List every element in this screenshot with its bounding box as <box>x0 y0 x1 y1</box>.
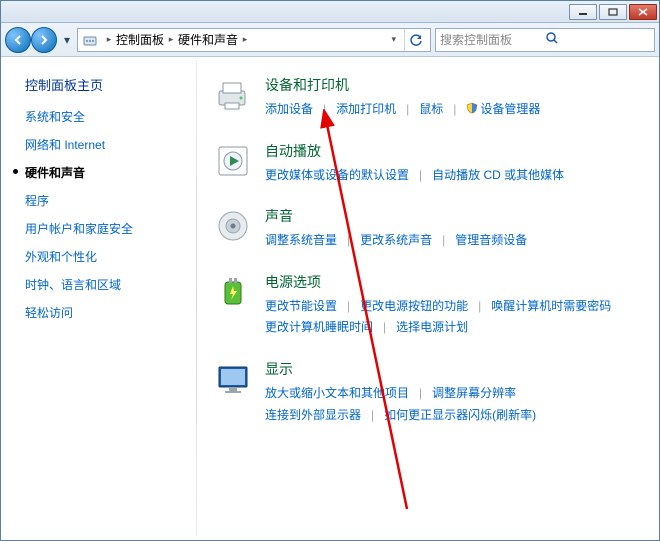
body: 控制面板主页 系统和安全网络和 Internet 硬件和声音程序用户帐户和家庭安全… <box>1 57 659 540</box>
task-link[interactable]: 唤醒计算机时需要密码 <box>491 296 611 318</box>
separator: | <box>323 99 326 121</box>
address-box[interactable]: ▸ 控制面板 ▸ 硬件和声音 ▸ ▾ <box>77 28 431 52</box>
category-section: 电源选项更改节能设置|更改电源按钮的功能|唤醒计算机时需要密码更改计算机睡眠时间… <box>213 272 645 339</box>
separator: | <box>347 230 350 252</box>
task-link[interactable]: 调整系统音量 <box>265 230 337 252</box>
breadcrumb-root[interactable]: 控制面板 <box>116 31 164 48</box>
sidebar-list: 系统和安全网络和 Internet 硬件和声音程序用户帐户和家庭安全外观和个性化时… <box>25 108 196 321</box>
display-icon[interactable] <box>213 359 253 399</box>
task-link[interactable]: 更改计算机睡眠时间 <box>265 317 373 339</box>
task-link[interactable]: 放大或缩小文本和其他项目 <box>265 383 409 405</box>
links-row: 放大或缩小文本和其他项目 | 调整屏幕分辨率 <box>265 383 645 405</box>
separator: | <box>371 405 374 427</box>
back-button[interactable] <box>5 27 31 53</box>
search-box[interactable]: 搜索控制面板 <box>435 28 655 52</box>
sidebar-item[interactable]: 程序 <box>25 192 196 209</box>
links-row: 添加设备 | 添加打印机 | 鼠标 | 设备管理器 <box>265 99 645 121</box>
task-link[interactable]: 鼠标 <box>419 99 443 121</box>
autoplay-icon[interactable] <box>213 141 253 181</box>
maximize-button[interactable] <box>599 4 627 20</box>
category-section: 显示放大或缩小文本和其他项目|调整屏幕分辨率连接到外部显示器|如何更正显示器闪烁… <box>213 359 645 426</box>
separator: | <box>419 383 422 405</box>
breadcrumb: ▸ 控制面板 ▸ 硬件和声音 ▸ <box>104 31 250 48</box>
task-link[interactable]: 更改节能设置 <box>265 296 337 318</box>
power-icon[interactable] <box>213 272 253 312</box>
chevron-right-icon[interactable]: ▸ <box>104 34 114 45</box>
chevron-right-icon[interactable]: ▸ <box>240 34 250 45</box>
task-link[interactable]: 选择电源计划 <box>396 317 468 339</box>
task-link[interactable]: 更改系统声音 <box>360 230 432 252</box>
category-section: 设备和打印机添加设备 | 添加打印机 | 鼠标 | 设备管理器 <box>213 75 645 121</box>
chevron-right-icon[interactable]: ▸ <box>166 34 176 45</box>
links-row: 更改节能设置 | 更改电源按钮的功能 | 唤醒计算机时需要密码 <box>265 296 645 318</box>
links-row: 调整系统音量 | 更改系统声音 | 管理音频设备 <box>265 230 645 252</box>
task-link[interactable]: 连接到外部显示器 <box>265 405 361 427</box>
sidebar-item[interactable]: 硬件和声音 <box>25 164 196 181</box>
separator: | <box>406 99 409 121</box>
category-section: 声音调整系统音量 | 更改系统声音 | 管理音频设备 <box>213 206 645 252</box>
search-icon[interactable] <box>545 31 650 48</box>
section-body: 声音调整系统音量 | 更改系统声音 | 管理音频设备 <box>265 206 645 252</box>
breadcrumb-current[interactable]: 硬件和声音 <box>178 31 238 48</box>
task-link[interactable]: 更改电源按钮的功能 <box>360 296 468 318</box>
sidebar-item[interactable]: 网络和 Internet <box>25 136 196 153</box>
search-placeholder: 搜索控制面板 <box>440 31 545 48</box>
separator: | <box>453 99 456 121</box>
links-row: 连接到外部显示器 | 如何更正显示器闪烁(刷新率) <box>265 405 645 427</box>
section-title[interactable]: 显示 <box>265 359 645 379</box>
sidebar-item[interactable]: 轻松访问 <box>25 304 196 321</box>
sound-icon[interactable] <box>213 206 253 246</box>
links-row: 更改媒体或设备的默认设置 | 自动播放 CD 或其他媒体 <box>265 165 645 187</box>
sidebar-title[interactable]: 控制面板主页 <box>25 75 196 94</box>
address-bar-row: ▾ ▸ 控制面板 ▸ 硬件和声音 ▸ ▾ 搜索控制面板 <box>1 23 659 57</box>
section-body: 设备和打印机添加设备 | 添加打印机 | 鼠标 | 设备管理器 <box>265 75 645 121</box>
sidebar-item[interactable]: 系统和安全 <box>25 108 196 125</box>
forward-button[interactable] <box>31 27 57 53</box>
links-row: 更改计算机睡眠时间 | 选择电源计划 <box>265 317 645 339</box>
sidebar-item[interactable]: 外观和个性化 <box>25 248 196 265</box>
sidebar-item[interactable]: 时钟、语言和区域 <box>25 276 196 293</box>
section-body: 显示放大或缩小文本和其他项目|调整屏幕分辨率连接到外部显示器|如何更正显示器闪烁… <box>265 359 645 426</box>
task-link[interactable]: 更改媒体或设备的默认设置 <box>265 165 409 187</box>
minimize-button[interactable] <box>569 4 597 20</box>
control-panel-window: ▾ ▸ 控制面板 ▸ 硬件和声音 ▸ ▾ 搜索控制面板 <box>0 0 660 541</box>
close-button[interactable] <box>629 4 657 20</box>
separator: | <box>347 296 350 318</box>
section-body: 电源选项更改节能设置|更改电源按钮的功能|唤醒计算机时需要密码更改计算机睡眠时间… <box>265 272 645 339</box>
section-title[interactable]: 自动播放 <box>265 141 645 161</box>
section-title[interactable]: 声音 <box>265 206 645 226</box>
task-link[interactable]: 自动播放 CD 或其他媒体 <box>432 165 564 187</box>
section-title[interactable]: 电源选项 <box>265 272 645 292</box>
nav-buttons <box>5 27 57 53</box>
category-section: 自动播放更改媒体或设备的默认设置 | 自动播放 CD 或其他媒体 <box>213 141 645 187</box>
section-body: 自动播放更改媒体或设备的默认设置 | 自动播放 CD 或其他媒体 <box>265 141 645 187</box>
refresh-button[interactable] <box>404 29 426 51</box>
sidebar: 控制面板主页 系统和安全网络和 Internet 硬件和声音程序用户帐户和家庭安全… <box>1 57 196 540</box>
separator: | <box>383 317 386 339</box>
task-link[interactable]: 添加打印机 <box>336 99 396 121</box>
control-panel-icon <box>82 32 98 48</box>
history-dropdown-icon[interactable]: ▾ <box>61 33 73 47</box>
devices-printers-icon[interactable] <box>213 75 253 115</box>
task-link[interactable]: 管理音频设备 <box>455 230 527 252</box>
shield-icon <box>466 102 478 116</box>
address-dropdown-icon[interactable]: ▾ <box>391 34 396 45</box>
separator: | <box>419 165 422 187</box>
titlebar <box>1 1 659 23</box>
task-link[interactable]: 调整屏幕分辨率 <box>432 383 516 405</box>
separator: | <box>442 230 445 252</box>
sidebar-item[interactable]: 用户帐户和家庭安全 <box>25 220 196 237</box>
content-area: 设备和打印机添加设备 | 添加打印机 | 鼠标 | 设备管理器自动播放更改媒体或设备的默认设… <box>197 57 659 540</box>
task-link[interactable]: 添加设备 <box>265 99 313 121</box>
separator: | <box>478 296 481 318</box>
task-link[interactable]: 设备管理器 <box>466 99 540 121</box>
section-title[interactable]: 设备和打印机 <box>265 75 645 95</box>
task-link[interactable]: 如何更正显示器闪烁(刷新率) <box>384 405 536 427</box>
